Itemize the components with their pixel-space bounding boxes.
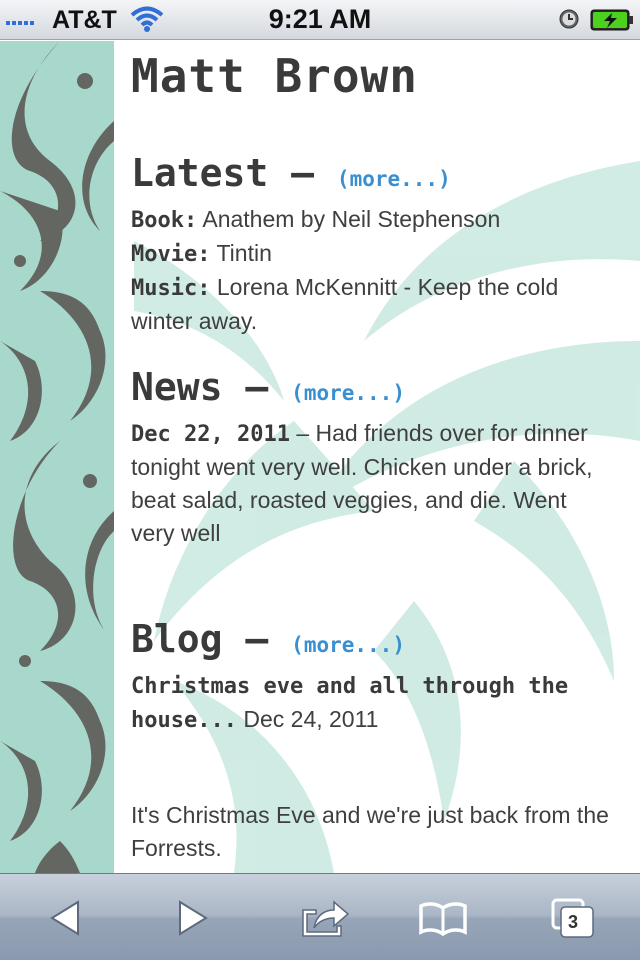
back-icon — [50, 899, 79, 936]
latest-heading-label: Latest – — [131, 151, 315, 195]
battery-icon — [590, 9, 633, 31]
clock-icon — [559, 9, 579, 29]
share-button[interactable] — [280, 874, 370, 960]
blog-section-heading: Blog – (more...) — [131, 617, 405, 661]
news-section-heading: News – (more...) — [131, 365, 405, 409]
latest-item-movie: Movie: Tintin — [131, 237, 611, 271]
damask-pattern-decoration — [0, 41, 114, 873]
latest-item-label: Book: — [131, 208, 198, 233]
news-item: Dec 22, 2011 – Had friends over for dinn… — [131, 417, 611, 550]
bookmarks-button[interactable] — [398, 874, 488, 960]
news-dash: – — [289, 420, 316, 446]
forward-button[interactable] — [148, 874, 238, 960]
news-heading-label: News – — [131, 365, 269, 409]
blog-excerpt: It's Christmas Eve and we're just back f… — [131, 802, 609, 861]
latest-item-music: Music: Lorena McKennitt - Keep the cold … — [131, 271, 611, 338]
share-icon — [302, 899, 350, 937]
news-more-link[interactable]: (more...) — [291, 381, 405, 405]
browser-toolbar: 3 — [0, 873, 640, 960]
blog-heading-label: Blog – — [131, 617, 269, 661]
status-bar: AT&T 9:21 AM — [0, 0, 640, 40]
latest-items: Book: Anathem by Neil Stephenson Movie: … — [131, 203, 611, 338]
forward-icon — [179, 899, 208, 936]
page-title: Matt Brown — [131, 49, 418, 103]
tabs-count-badge: 3 — [568, 912, 579, 932]
latest-item-book: Book: Anathem by Neil Stephenson — [131, 203, 611, 237]
latest-item-value: Tintin — [216, 240, 272, 266]
web-content[interactable]: Matt Brown Latest – (more...) Book: Anat… — [0, 41, 640, 873]
latest-item-value: Anathem by Neil Stephenson — [202, 206, 501, 232]
blog-post-date: Dec 24, 2011 — [243, 706, 379, 732]
latest-more-link[interactable]: (more...) — [337, 167, 451, 191]
news-date: Dec 22, 2011 — [131, 422, 290, 447]
latest-item-label: Movie: — [131, 242, 211, 267]
latest-section-heading: Latest – (more...) — [131, 151, 451, 195]
tabs-button[interactable]: 3 — [528, 874, 618, 960]
back-button[interactable] — [20, 874, 110, 960]
latest-item-label: Music: — [131, 276, 211, 301]
blog-post: Christmas eve and all through the house.… — [131, 669, 611, 737]
status-time: 9:21 AM — [268, 4, 372, 34]
blog-more-link[interactable]: (more...) — [291, 633, 405, 657]
bookmarks-icon — [419, 901, 467, 936]
